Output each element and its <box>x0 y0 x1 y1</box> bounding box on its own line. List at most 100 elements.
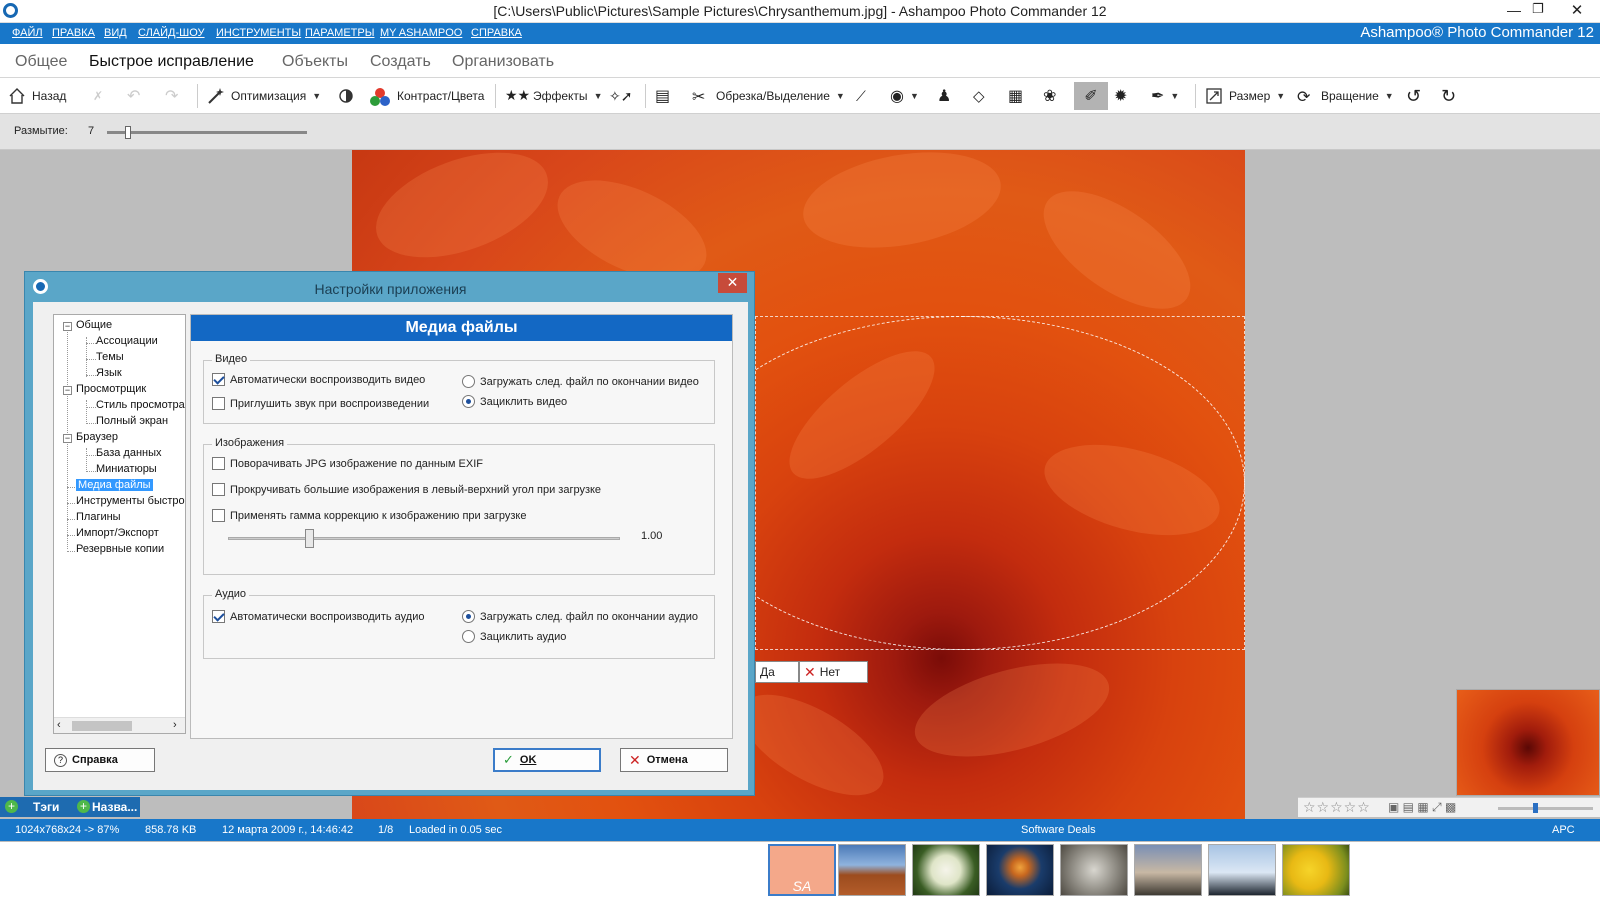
line-tool-icon[interactable]: ⟋ <box>856 86 866 106</box>
help-button[interactable]: ? Справка <box>45 748 155 772</box>
palette-icon[interactable]: ❀ <box>1043 86 1056 106</box>
tree-horizontal-scrollbar[interactable]: ‹ › <box>54 717 185 733</box>
video-load-next-radio[interactable]: Загружать след. файл по окончании видео <box>462 375 699 388</box>
thumb-desert[interactable] <box>838 844 906 896</box>
tree-collapse-general[interactable]: − <box>63 322 72 331</box>
audio-autoplay-checkbox[interactable]: Автоматически воспроизводить аудио <box>212 610 424 623</box>
zoom-slider[interactable] <box>1498 803 1593 813</box>
menu-edit[interactable]: ПРАВКА <box>52 27 95 39</box>
sparkle-brush-icon[interactable]: ✧➚ <box>609 86 632 106</box>
software-deals-link[interactable]: Software Deals <box>1021 824 1096 836</box>
tree-item-associations[interactable]: Ассоциации <box>96 335 158 347</box>
tree-item-plugins[interactable]: Плагины <box>76 511 121 523</box>
menu-slideshow[interactable]: СЛАЙД-ШОУ <box>138 27 205 39</box>
video-mute-checkbox[interactable]: Приглушить звук при воспроизведении <box>212 397 429 410</box>
close-window-button[interactable]: ✕ <box>1554 0 1600 22</box>
blur-brush-icon[interactable]: ✐ <box>1074 82 1108 110</box>
menu-view[interactable]: ВИД <box>104 27 127 39</box>
thumb-tulips[interactable] <box>1282 844 1350 896</box>
tree-item-themes[interactable]: Темы <box>96 351 124 363</box>
menu-my-ashampoo[interactable]: MY ASHAMPOO <box>380 27 462 39</box>
tree-item-media-files[interactable]: Медиа файлы <box>76 479 153 491</box>
menu-file[interactable]: ФАЙЛ <box>12 27 43 39</box>
scroll-large-checkbox[interactable]: Прокручивать большие изображения в левый… <box>212 483 601 496</box>
thumb-koala[interactable] <box>1060 844 1128 896</box>
dialog-close-button[interactable]: ✕ <box>718 273 747 293</box>
gamma-slider-thumb[interactable] <box>305 529 314 548</box>
add-tag-icon[interactable]: + <box>5 800 18 813</box>
tree-item-fullscreen[interactable]: Полный экран <box>96 415 168 427</box>
redo-disabled-icon[interactable]: ↷ <box>165 86 178 106</box>
scroll-right-icon[interactable]: › <box>173 719 177 731</box>
thumb-penguins[interactable] <box>1208 844 1276 896</box>
rotate-exif-checkbox[interactable]: Поворачивать JPG изображение по данным E… <box>212 457 483 470</box>
resize-button[interactable]: Размер ▼ <box>1205 86 1285 106</box>
eye-icon[interactable]: ◉ ▼ <box>890 86 919 106</box>
contrast-colors-button[interactable]: Контраст/Цвета <box>369 86 484 106</box>
undo-icon[interactable]: ↺ <box>1406 86 1421 106</box>
tree-item-browser[interactable]: Браузер <box>76 431 118 443</box>
tree-item-viewer[interactable]: Просмотрщик <box>76 383 146 395</box>
audio-loop-radio[interactable]: Зациклить аудио <box>462 630 566 643</box>
undo-disabled-icon[interactable]: ↶ <box>127 86 140 106</box>
tab-quick-fix[interactable]: Быстрое исправление <box>89 53 254 71</box>
menu-options[interactable]: ПАРАМЕТРЫ <box>305 27 374 39</box>
tree-item-backups[interactable]: Резервные копии <box>76 543 164 555</box>
thumb-hydrangeas[interactable] <box>912 844 980 896</box>
video-autoplay-checkbox[interactable]: Автоматически воспроизводить видео <box>212 373 425 386</box>
gamma-checkbox[interactable]: Применять гамма коррекцию к изображению … <box>212 509 527 522</box>
scroll-thumb[interactable] <box>72 721 132 731</box>
blur-slider-thumb[interactable] <box>125 126 131 139</box>
rating-stars-icon[interactable]: ☆☆☆☆☆ <box>1303 799 1371 816</box>
thumb-chrysanthemum[interactable]: SA <box>768 844 836 896</box>
pipette-icon[interactable]: ✒ ▼ <box>1151 86 1179 106</box>
ok-button[interactable]: ✓ OK <box>493 748 601 772</box>
optimize-button[interactable]: Оптимизация ▼ <box>207 86 321 106</box>
rotate-button[interactable]: ⟳ Вращение ▼ <box>1297 86 1394 106</box>
navigator-preview[interactable] <box>1456 689 1600 796</box>
tree-item-view-style[interactable]: Стиль просмотра <box>96 399 185 411</box>
tree-item-database[interactable]: База данных <box>96 447 162 459</box>
tree-item-thumbnails[interactable]: Миниатюры <box>96 463 157 475</box>
frame-icon[interactable]: ▦ <box>1008 86 1023 106</box>
back-button[interactable]: Назад <box>8 86 66 106</box>
audio-load-next-radio[interactable]: Загружать след. файл по окончании аудио <box>462 610 698 623</box>
redo-icon[interactable]: ↻ <box>1441 86 1456 106</box>
selection-ellipse[interactable] <box>680 316 1245 650</box>
thumb-lighthouse[interactable] <box>1134 844 1202 896</box>
clone-stamp-icon[interactable]: ♟ <box>937 86 951 106</box>
tags-label[interactable]: Тэги <box>33 800 59 814</box>
menu-help[interactable]: СПРАВКА <box>471 27 522 39</box>
view-mode-icons[interactable]: ▣ ▤ ▦ ⤢ ▩ <box>1388 800 1456 815</box>
tree-item-language[interactable]: Язык <box>96 367 122 379</box>
video-loop-radio[interactable]: Зациклить видео <box>462 395 567 408</box>
scroll-left-icon[interactable]: ‹ <box>57 719 61 731</box>
tab-objects[interactable]: Объекты <box>282 53 348 71</box>
tree-item-general[interactable]: Общие <box>76 319 112 331</box>
sharpen-icon[interactable]: ✹ <box>1114 86 1127 106</box>
tree-collapse-browser[interactable]: − <box>63 434 72 443</box>
transform-icon[interactable]: ▤ <box>655 86 670 106</box>
name-label[interactable]: Назва... <box>92 800 137 814</box>
confirm-yes-button[interactable]: Да <box>755 661 799 683</box>
thumb-jellyfish[interactable] <box>986 844 1054 896</box>
crop-selection-button[interactable]: ✂ Обрезка/Выделение ▼ <box>692 86 845 106</box>
confirm-no-button[interactable]: ✕ Нет <box>799 661 868 683</box>
blur-slider[interactable] <box>107 126 307 139</box>
tree-collapse-viewer[interactable]: − <box>63 386 72 395</box>
gamma-slider[interactable] <box>228 529 620 548</box>
cancel-icon[interactable]: ✗ <box>93 86 103 106</box>
eraser-icon[interactable]: ◇ <box>973 86 985 106</box>
add-name-icon[interactable]: + <box>77 800 90 813</box>
menu-tools[interactable]: ИНСТРУМЕНТЫ <box>216 27 301 39</box>
tab-create[interactable]: Создать <box>370 53 431 71</box>
effects-button[interactable]: ★★ Эффекты ▼ <box>505 86 602 106</box>
cancel-button[interactable]: ✕ Отмена <box>620 748 728 772</box>
restore-icon[interactable]: ❐ <box>1532 1 1544 17</box>
minimize-icon[interactable]: — <box>1507 2 1521 18</box>
tab-organize[interactable]: Организовать <box>452 53 554 71</box>
tab-general[interactable]: Общее <box>15 53 67 71</box>
tree-item-quick-tools[interactable]: Инструменты быстро <box>76 495 185 507</box>
tree-item-import-export[interactable]: Импорт/Экспорт <box>76 527 159 539</box>
brightness-icon[interactable] <box>337 86 361 106</box>
